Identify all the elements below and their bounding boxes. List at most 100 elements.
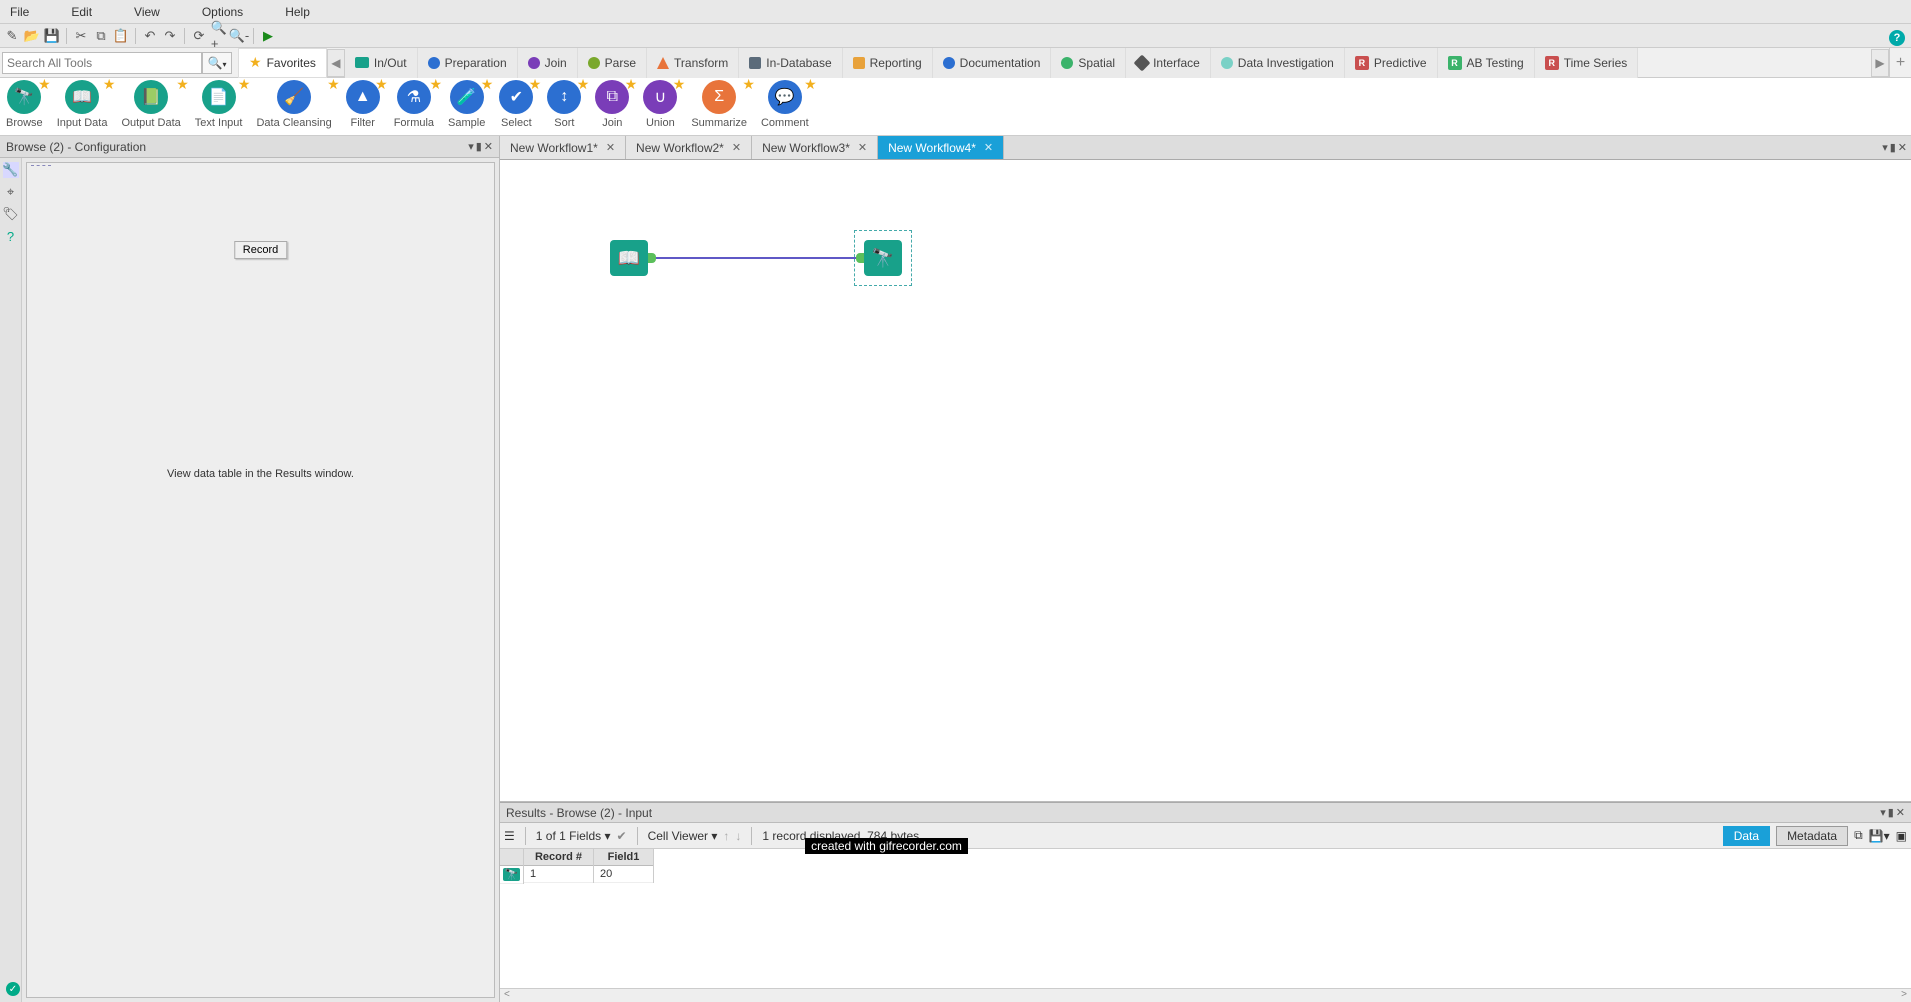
tool-data-cleansing[interactable]: 🧹★Data Cleansing [256, 80, 331, 129]
list-icon[interactable]: ☰ [504, 829, 515, 843]
dropdown-icon[interactable]: ▾ [1880, 806, 1886, 819]
pin-icon[interactable]: ▮ [476, 140, 482, 153]
menu-edit[interactable]: Edit [65, 3, 98, 21]
open-icon[interactable]: 📂 [24, 28, 40, 44]
category-reporting[interactable]: Reporting [843, 48, 933, 78]
tag-icon[interactable]: 🏷 [3, 206, 19, 222]
pin-icon[interactable]: ▮ [1888, 806, 1894, 819]
help-icon[interactable]: ? [1889, 30, 1905, 46]
zoom-in-icon[interactable]: 🔍+ [211, 28, 227, 44]
scroll-left-icon[interactable]: ◀ [327, 49, 345, 77]
copy-icon[interactable]: ⧉ [1854, 828, 1863, 843]
metadata-tab[interactable]: Metadata [1776, 826, 1848, 846]
close-tab-icon[interactable]: ✕ [732, 141, 741, 154]
tool-input-data[interactable]: 📖★Input Data [57, 80, 108, 129]
category-in-database[interactable]: In-Database [739, 48, 842, 78]
check-icon[interactable]: ✔ [617, 829, 627, 843]
anchor-icon[interactable]: ⌖ [3, 184, 19, 200]
category-spatial[interactable]: Spatial [1051, 48, 1126, 78]
scroll-right-icon[interactable]: > [1901, 989, 1907, 1002]
category-parse[interactable]: Parse [578, 48, 647, 78]
tool-formula[interactable]: ⚗★Formula [394, 80, 434, 129]
record-button[interactable]: Record [234, 241, 287, 259]
pin-icon[interactable]: ▮ [1890, 141, 1896, 154]
tool-sample[interactable]: 🧪★Sample [448, 80, 485, 129]
browse-node[interactable]: 🔭 [864, 240, 902, 276]
category-transform[interactable]: Transform [647, 48, 739, 78]
column-header-field1[interactable]: Field1 [594, 849, 653, 866]
tool-filter[interactable]: ▲★Filter [346, 80, 380, 129]
category-interface[interactable]: Interface [1126, 48, 1211, 78]
add-category-button[interactable]: + [1889, 48, 1911, 78]
search-tools-input[interactable] [7, 56, 197, 70]
cell-record-1[interactable]: 1 [524, 866, 593, 883]
popout-icon[interactable]: ▣ [1896, 829, 1907, 843]
close-tab-icon[interactable]: ✕ [606, 141, 615, 154]
workflow-tab[interactable]: New Workflow1*✕ [500, 136, 626, 159]
tool-join[interactable]: ⧉★Join [595, 80, 629, 129]
category-predictive[interactable]: RPredictive [1345, 48, 1438, 78]
search-button[interactable]: 🔍▾ [202, 52, 232, 74]
tool-union[interactable]: ∪★Union [643, 80, 677, 129]
output-port[interactable] [648, 253, 656, 263]
copy-icon[interactable]: ⧉ [93, 28, 109, 44]
tool-summarize[interactable]: Σ★Summarize [691, 80, 747, 129]
down-arrow-icon[interactable]: ↓ [735, 829, 741, 843]
connection-wire[interactable] [656, 257, 856, 259]
menu-file[interactable]: File [4, 3, 35, 21]
close-tab-icon[interactable]: ✕ [858, 141, 867, 154]
save-results-icon[interactable]: 💾▾ [1869, 829, 1890, 843]
input-data-node[interactable]: 📖 [610, 240, 648, 276]
dropdown-icon[interactable]: ▾ [468, 140, 474, 153]
search-tools-box[interactable] [2, 52, 202, 74]
input-port[interactable] [856, 253, 864, 263]
category-in-out[interactable]: In/Out [345, 48, 418, 78]
fields-dropdown[interactable]: 1 of 1 Fields ▾ [536, 829, 611, 843]
redo-icon[interactable]: ↷ [162, 28, 178, 44]
tool-browse[interactable]: 🔭★Browse [6, 80, 43, 129]
column-header-record[interactable]: Record # [524, 849, 593, 866]
tool-output-data[interactable]: 📗★Output Data [121, 80, 180, 129]
category-data-investigation[interactable]: Data Investigation [1211, 48, 1345, 78]
up-arrow-icon[interactable]: ↑ [723, 829, 729, 843]
refresh-icon[interactable]: ⟳ [191, 28, 207, 44]
tool-select[interactable]: ✔★Select [499, 80, 533, 129]
workflow-tab[interactable]: New Workflow2*✕ [626, 136, 752, 159]
close-icon[interactable]: ✕ [1896, 806, 1905, 819]
close-icon[interactable]: ✕ [1898, 141, 1907, 154]
favorites-tab[interactable]: ★ Favorites [238, 48, 327, 78]
favorite-star-icon: ★ [625, 76, 638, 93]
menu-help[interactable]: Help [279, 3, 316, 21]
workflow-tab[interactable]: New Workflow4*✕ [878, 136, 1004, 159]
run-icon[interactable]: ▶ [260, 28, 276, 44]
dropdown-icon[interactable]: ▾ [1882, 141, 1888, 154]
help-small-icon[interactable]: ? [3, 228, 19, 244]
workflow-tab[interactable]: New Workflow3*✕ [752, 136, 878, 159]
tool-text-input[interactable]: 📄★Text Input [195, 80, 243, 129]
menu-view[interactable]: View [128, 3, 166, 21]
category-documentation[interactable]: Documentation [933, 48, 1052, 78]
scroll-right-icon[interactable]: ▶ [1871, 49, 1889, 77]
new-icon[interactable]: ✎ [4, 28, 20, 44]
wrench-icon[interactable]: 🔧 [3, 162, 19, 178]
close-tab-icon[interactable]: ✕ [984, 141, 993, 154]
category-ab-testing[interactable]: RAB Testing [1438, 48, 1535, 78]
tool-comment[interactable]: 💬★Comment [761, 80, 809, 129]
category-time-series[interactable]: RTime Series [1535, 48, 1639, 78]
scroll-left-icon[interactable]: < [504, 989, 510, 1002]
data-tab[interactable]: Data [1723, 826, 1770, 846]
save-icon[interactable]: 💾 [44, 28, 60, 44]
close-icon[interactable]: ✕ [484, 140, 493, 153]
category-preparation[interactable]: Preparation [418, 48, 518, 78]
cell-field1-1[interactable]: 20 [594, 866, 653, 883]
cellviewer-dropdown[interactable]: Cell Viewer ▾ [648, 829, 718, 843]
paste-icon[interactable]: 📋 [113, 28, 129, 44]
menu-options[interactable]: Options [196, 3, 249, 21]
zoom-out-icon[interactable]: 🔍- [231, 28, 247, 44]
workflow-canvas[interactable]: 📖 🔭 [500, 160, 1911, 802]
undo-icon[interactable]: ↶ [142, 28, 158, 44]
category-join[interactable]: Join [518, 48, 578, 78]
tool-sort[interactable]: ↕★Sort [547, 80, 581, 129]
results-scrollbar[interactable]: < > [500, 988, 1911, 1002]
cut-icon[interactable]: ✂ [73, 28, 89, 44]
